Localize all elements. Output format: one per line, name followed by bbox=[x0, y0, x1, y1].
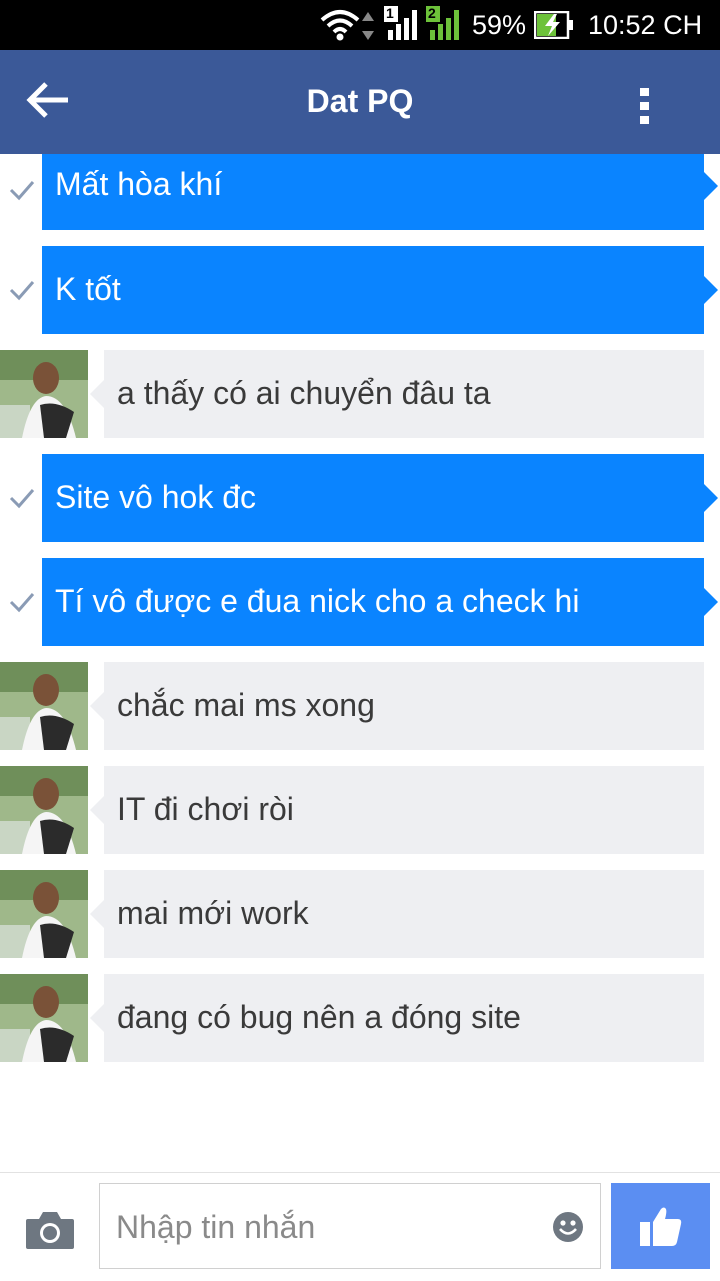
sim2-signal-icon: 2 bbox=[426, 5, 464, 42]
message-bubble[interactable]: IT đi chơi ròi bbox=[104, 766, 704, 854]
message-incoming: chắc mai ms xong bbox=[0, 662, 720, 750]
message-incoming: IT đi chơi ròi bbox=[0, 766, 720, 854]
thumbs-up-icon bbox=[640, 1207, 682, 1246]
message-input-box[interactable] bbox=[99, 1183, 601, 1269]
message-incoming: mai mới work bbox=[0, 870, 720, 958]
bubble-tail bbox=[704, 276, 718, 304]
emoji-icon[interactable] bbox=[552, 1211, 584, 1243]
status-bar: 1 2 59% 10:52 CH bbox=[0, 0, 720, 50]
message-text: K tốt bbox=[55, 271, 121, 307]
clock: 10:52 CH bbox=[588, 10, 703, 40]
bubble-tail bbox=[704, 588, 718, 616]
sent-check-icon bbox=[9, 593, 35, 613]
message-text: Tí vô được e đua nick cho a check hi bbox=[55, 583, 580, 619]
message-text: chắc mai ms xong bbox=[117, 687, 375, 723]
avatar[interactable] bbox=[0, 766, 88, 854]
message-bubble[interactable]: Mất hòa khí bbox=[42, 154, 704, 230]
like-button[interactable] bbox=[611, 1183, 710, 1269]
sent-check-icon bbox=[9, 281, 35, 301]
battery-charging-icon bbox=[534, 11, 573, 39]
sim1-signal-icon: 1 bbox=[384, 5, 422, 42]
bubble-tail bbox=[90, 692, 104, 720]
message-outgoing: Site vô hok đc bbox=[0, 454, 720, 542]
avatar[interactable] bbox=[0, 870, 88, 958]
camera-icon[interactable] bbox=[24, 1209, 76, 1251]
message-bubble[interactable]: a thấy có ai chuyển đâu ta bbox=[104, 350, 704, 438]
wifi-icon bbox=[320, 10, 360, 41]
bubble-tail bbox=[704, 484, 718, 512]
battery-percent: 59% bbox=[472, 10, 527, 40]
bubble-tail bbox=[90, 796, 104, 824]
message-bubble[interactable]: đang có bug nên a đóng site bbox=[104, 974, 704, 1062]
message-incoming: a thấy có ai chuyển đâu ta bbox=[0, 350, 720, 438]
message-text: mai mới work bbox=[117, 895, 309, 931]
message-bubble[interactable]: Tí vô được e đua nick cho a check hi bbox=[42, 558, 704, 646]
bubble-tail bbox=[704, 172, 718, 200]
message-bubble[interactable]: mai mới work bbox=[104, 870, 704, 958]
avatar[interactable] bbox=[0, 350, 88, 438]
message-composer bbox=[0, 1172, 720, 1281]
sent-check-icon bbox=[9, 489, 35, 509]
bubble-tail bbox=[90, 1004, 104, 1032]
sim1-label: 1 bbox=[386, 5, 394, 21]
message-outgoing: K tốt bbox=[0, 246, 720, 334]
conversation-title: Dat PQ bbox=[306, 83, 414, 119]
avatar[interactable] bbox=[0, 974, 88, 1062]
message-text: IT đi chơi ròi bbox=[117, 791, 294, 827]
avatar[interactable] bbox=[0, 662, 88, 750]
message-bubble[interactable]: chắc mai ms xong bbox=[104, 662, 704, 750]
message-outgoing: Tí vô được e đua nick cho a check hi bbox=[0, 558, 720, 646]
more-vert-icon[interactable] bbox=[628, 82, 662, 130]
message-input[interactable] bbox=[114, 1204, 538, 1250]
bubble-tail bbox=[90, 900, 104, 928]
message-text: Site vô hok đc bbox=[55, 479, 256, 515]
bubble-tail bbox=[90, 380, 104, 408]
message-incoming: đang có bug nên a đóng site bbox=[0, 974, 720, 1062]
app-bar: Dat PQ bbox=[0, 50, 720, 154]
message-outgoing: Mất hòa khí bbox=[0, 154, 720, 230]
message-bubble[interactable]: Site vô hok đc bbox=[42, 454, 704, 542]
message-text: a thấy có ai chuyển đâu ta bbox=[117, 375, 491, 411]
message-text: Mất hòa khí bbox=[55, 166, 223, 202]
sim2-label: 2 bbox=[428, 5, 436, 21]
sent-check-icon bbox=[9, 181, 35, 201]
message-bubble[interactable]: K tốt bbox=[42, 246, 704, 334]
data-activity-icon bbox=[362, 12, 374, 40]
message-text: đang có bug nên a đóng site bbox=[117, 999, 521, 1035]
